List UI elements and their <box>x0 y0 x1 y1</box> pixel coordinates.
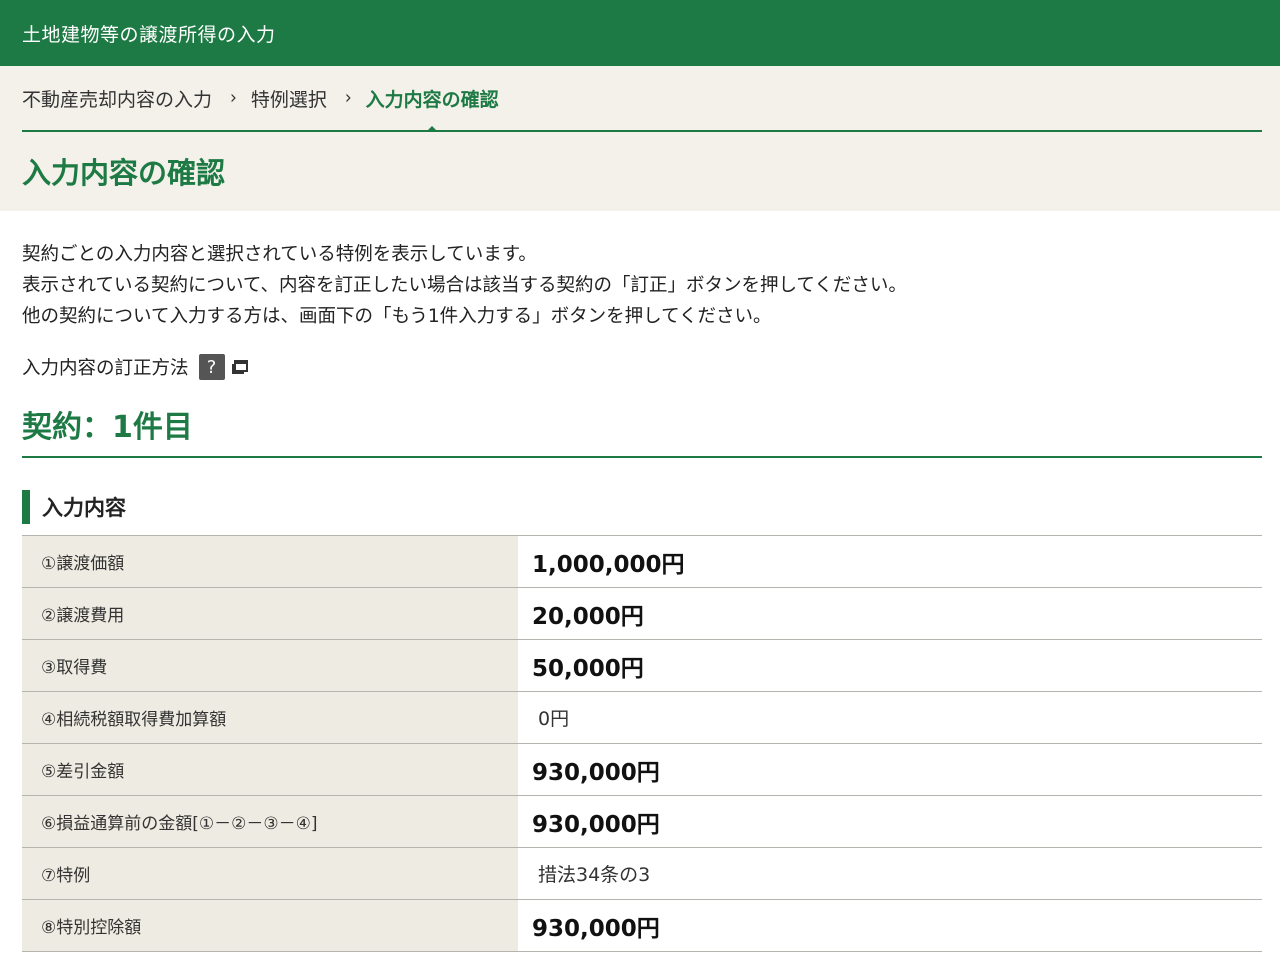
chevron-right-icon: › <box>230 87 237 109</box>
breadcrumb-step-special-selection: 特例選択 <box>250 88 327 111</box>
row-value: 20,000円 <box>532 603 644 630</box>
new-window-icon[interactable] <box>231 358 249 376</box>
breadcrumb-step-property-sale: 不動産売却内容の入力 <box>22 88 213 111</box>
page-title: 入力内容の確認 <box>22 156 226 190</box>
breadcrumb-step-confirmation: 入力内容の確認 <box>366 85 499 132</box>
row-label: ⑥損益通算前の金額[①－②－③－④] <box>22 795 518 848</box>
section-title: 入力内容 <box>42 496 126 520</box>
intro-line: 表示されている契約について、内容を訂正したい場合は該当する契約の「訂正」ボタンを… <box>22 275 907 296</box>
app-header: 土地建物等の譲渡所得の入力 <box>0 0 1280 66</box>
input-summary-table: ①譲渡価額 1,000,000円 ②譲渡費用 20,000円 ③取得費 50,0… <box>22 535 1262 952</box>
intro-line: 契約ごとの入力内容と選択されている特例を表示しています。 <box>22 244 537 265</box>
row-value: 1,000,000円 <box>532 551 685 578</box>
app-title: 土地建物等の譲渡所得の入力 <box>22 23 276 46</box>
intro-text: 契約ごとの入力内容と選択されている特例を表示しています。 表示されている契約につ… <box>0 211 1280 332</box>
row-label: ④相続税額取得費加算額 <box>22 691 518 744</box>
row-label: ⑤差引金額 <box>22 743 518 796</box>
intro-line: 他の契約について入力する方は、画面下の「もう1件入力する」ボタンを押してください… <box>22 306 772 327</box>
section-heading: 入力内容 <box>22 490 1262 524</box>
row-label: ②譲渡費用 <box>22 587 518 640</box>
table-row: ⑧特別控除額 930,000円 <box>22 899 1262 952</box>
table-row: ⑤差引金額 930,000円 <box>22 743 1262 796</box>
table-row: ②譲渡費用 20,000円 <box>22 587 1262 640</box>
table-row: ③取得費 50,000円 <box>22 639 1262 692</box>
table-row: ⑥損益通算前の金額[①－②－③－④] 930,000円 <box>22 795 1262 848</box>
table-row: ④相続税額取得費加算額 0円 <box>22 691 1262 744</box>
section-accent-bar <box>22 490 30 524</box>
row-value: 0円 <box>538 708 570 730</box>
row-label: ⑦特例 <box>22 847 518 900</box>
contract-heading: 契約：1件目 <box>22 406 1262 458</box>
correction-method-link: 入力内容の訂正方法 ? <box>22 352 1258 382</box>
correction-method-label: 入力内容の訂正方法 <box>22 358 189 379</box>
row-value: 930,000円 <box>532 811 660 838</box>
table-row: ①譲渡価額 1,000,000円 <box>22 535 1262 588</box>
row-label: ③取得費 <box>22 639 518 692</box>
page-header-area: 不動産売却内容の入力 › 特例選択 › 入力内容の確認 入力内容の確認 <box>0 66 1280 211</box>
help-icon[interactable]: ? <box>198 354 225 380</box>
breadcrumb: 不動産売却内容の入力 › 特例選択 › 入力内容の確認 <box>22 66 1262 132</box>
row-value: 930,000円 <box>532 915 660 942</box>
chevron-right-icon: › <box>344 87 352 109</box>
row-value: 50,000円 <box>532 655 644 682</box>
row-value: 措法34条の3 <box>538 864 651 886</box>
row-label: ⑧特別控除額 <box>22 899 518 952</box>
row-label: ①譲渡価額 <box>22 535 518 588</box>
row-value: 930,000円 <box>532 759 660 786</box>
table-row: ⑦特例 措法34条の3 <box>22 847 1262 900</box>
